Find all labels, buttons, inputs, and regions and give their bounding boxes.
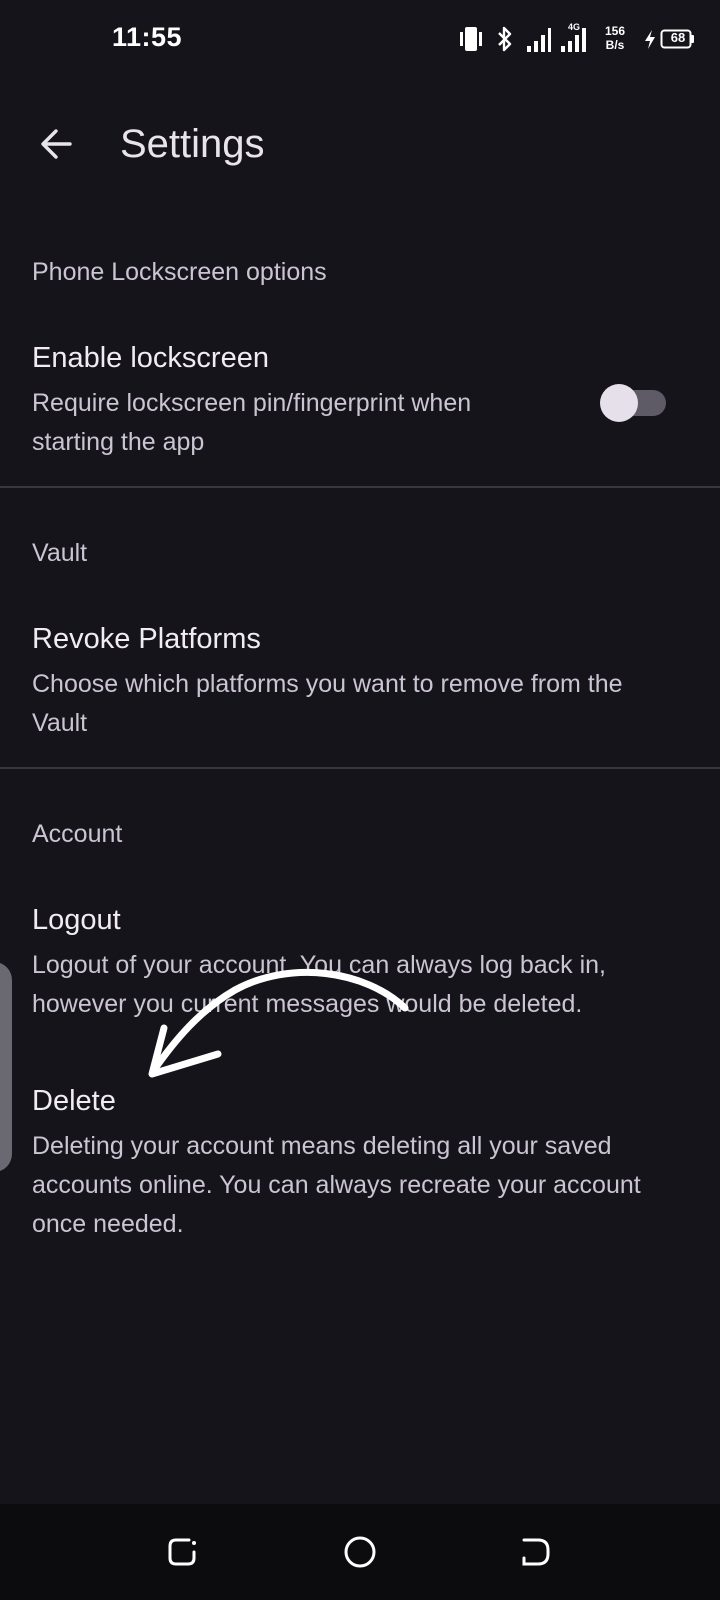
status-icons: 4G 156 B/s 68 xyxy=(456,22,696,56)
divider xyxy=(0,486,720,488)
pref-delete-account[interactable]: Delete Deleting your account means delet… xyxy=(0,1085,720,1245)
network-speed-value: 156 xyxy=(604,24,626,38)
pref-summary: Require lockscreen pin/fingerprint when … xyxy=(32,389,472,456)
pref-title: Enable lockscreen xyxy=(32,342,269,374)
charging-icon xyxy=(645,30,655,49)
section-header-account: Account xyxy=(32,820,123,848)
status-bar: 11:55 4G 156 B/s 68 xyxy=(0,0,720,80)
annotation-arrow-icon xyxy=(148,969,409,1078)
pref-title: Delete xyxy=(32,1085,116,1117)
pref-title: Revoke Platforms xyxy=(32,623,261,655)
vibrate-icon xyxy=(460,27,482,51)
recents-icon[interactable] xyxy=(164,1532,204,1572)
pref-summary: Choose which platforms you want to remov… xyxy=(32,670,623,737)
back-button[interactable] xyxy=(28,116,84,172)
network-speed: 156 B/s xyxy=(598,24,632,52)
signal-icon xyxy=(527,28,551,52)
home-circle-icon[interactable] xyxy=(340,1532,380,1572)
lockscreen-toggle[interactable] xyxy=(600,384,668,422)
edge-panel-handle[interactable] xyxy=(0,962,12,1172)
nav-back-icon[interactable] xyxy=(516,1532,556,1572)
bluetooth-icon xyxy=(498,26,512,52)
pref-summary: Deleting your account means deleting all… xyxy=(32,1132,641,1238)
settings-screen: 11:55 4G 156 B/s 68 Settings Phone Locks… xyxy=(0,0,720,1600)
top-app-bar: Settings xyxy=(0,100,720,190)
signal-4g-icon xyxy=(561,28,586,52)
system-navigation-bar xyxy=(0,1504,720,1600)
arrow-back-icon xyxy=(41,129,72,159)
divider xyxy=(0,767,720,769)
pref-title: Logout xyxy=(32,904,121,936)
section-header-vault: Vault xyxy=(32,539,88,567)
page-title: Settings xyxy=(120,122,265,166)
toggle-thumb xyxy=(600,384,638,422)
battery-level: 68 xyxy=(670,30,686,45)
status-time: 11:55 xyxy=(112,22,183,52)
network-speed-unit: B/s xyxy=(605,38,625,52)
section-header-lockscreen: Phone Lockscreen options xyxy=(32,258,327,286)
pref-revoke-platforms[interactable]: Revoke Platforms Choose which platforms … xyxy=(0,623,720,743)
